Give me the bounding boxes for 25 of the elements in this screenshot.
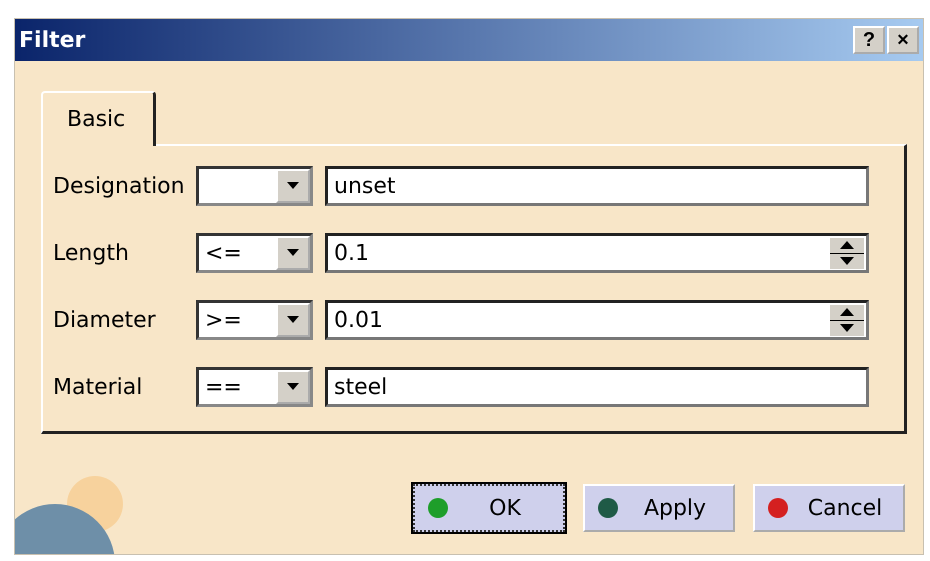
field-label: Material [53,374,144,400]
field-label: Diameter [53,308,157,332]
dialog-button[interactable]: OK [413,484,565,532]
operator-dropdown[interactable]: <= [196,233,313,273]
operator-dropdown[interactable]: == [196,367,313,407]
close-button[interactable]: × [887,26,919,54]
spinner-arrows-icon[interactable] [830,304,864,336]
dropdown-arrow-icon [287,316,299,324]
spinner-arrows-icon[interactable] [830,238,864,268]
field-label: Length [53,240,130,266]
dropdown-arrow-icon [287,383,299,391]
dialog-button[interactable]: Cancel [753,484,905,532]
spin-field[interactable]: 0.01 [325,300,869,340]
window-title: Filter [19,28,86,52]
dropdown-arrow-icon [287,249,299,257]
text-field[interactable]: unset [325,166,869,206]
dialog-button[interactable]: Apply [583,484,735,532]
field-label: Designation [53,174,186,198]
spin-field[interactable]: 0.1 [325,233,869,273]
dropdown-arrow-icon [287,182,299,190]
operator-dropdown[interactable]: >= [196,300,313,340]
help-button[interactable]: ? [853,26,885,54]
text-field[interactable]: steel [325,367,869,407]
tab[interactable]: Basic [41,91,156,146]
operator-dropdown[interactable] [196,166,313,206]
